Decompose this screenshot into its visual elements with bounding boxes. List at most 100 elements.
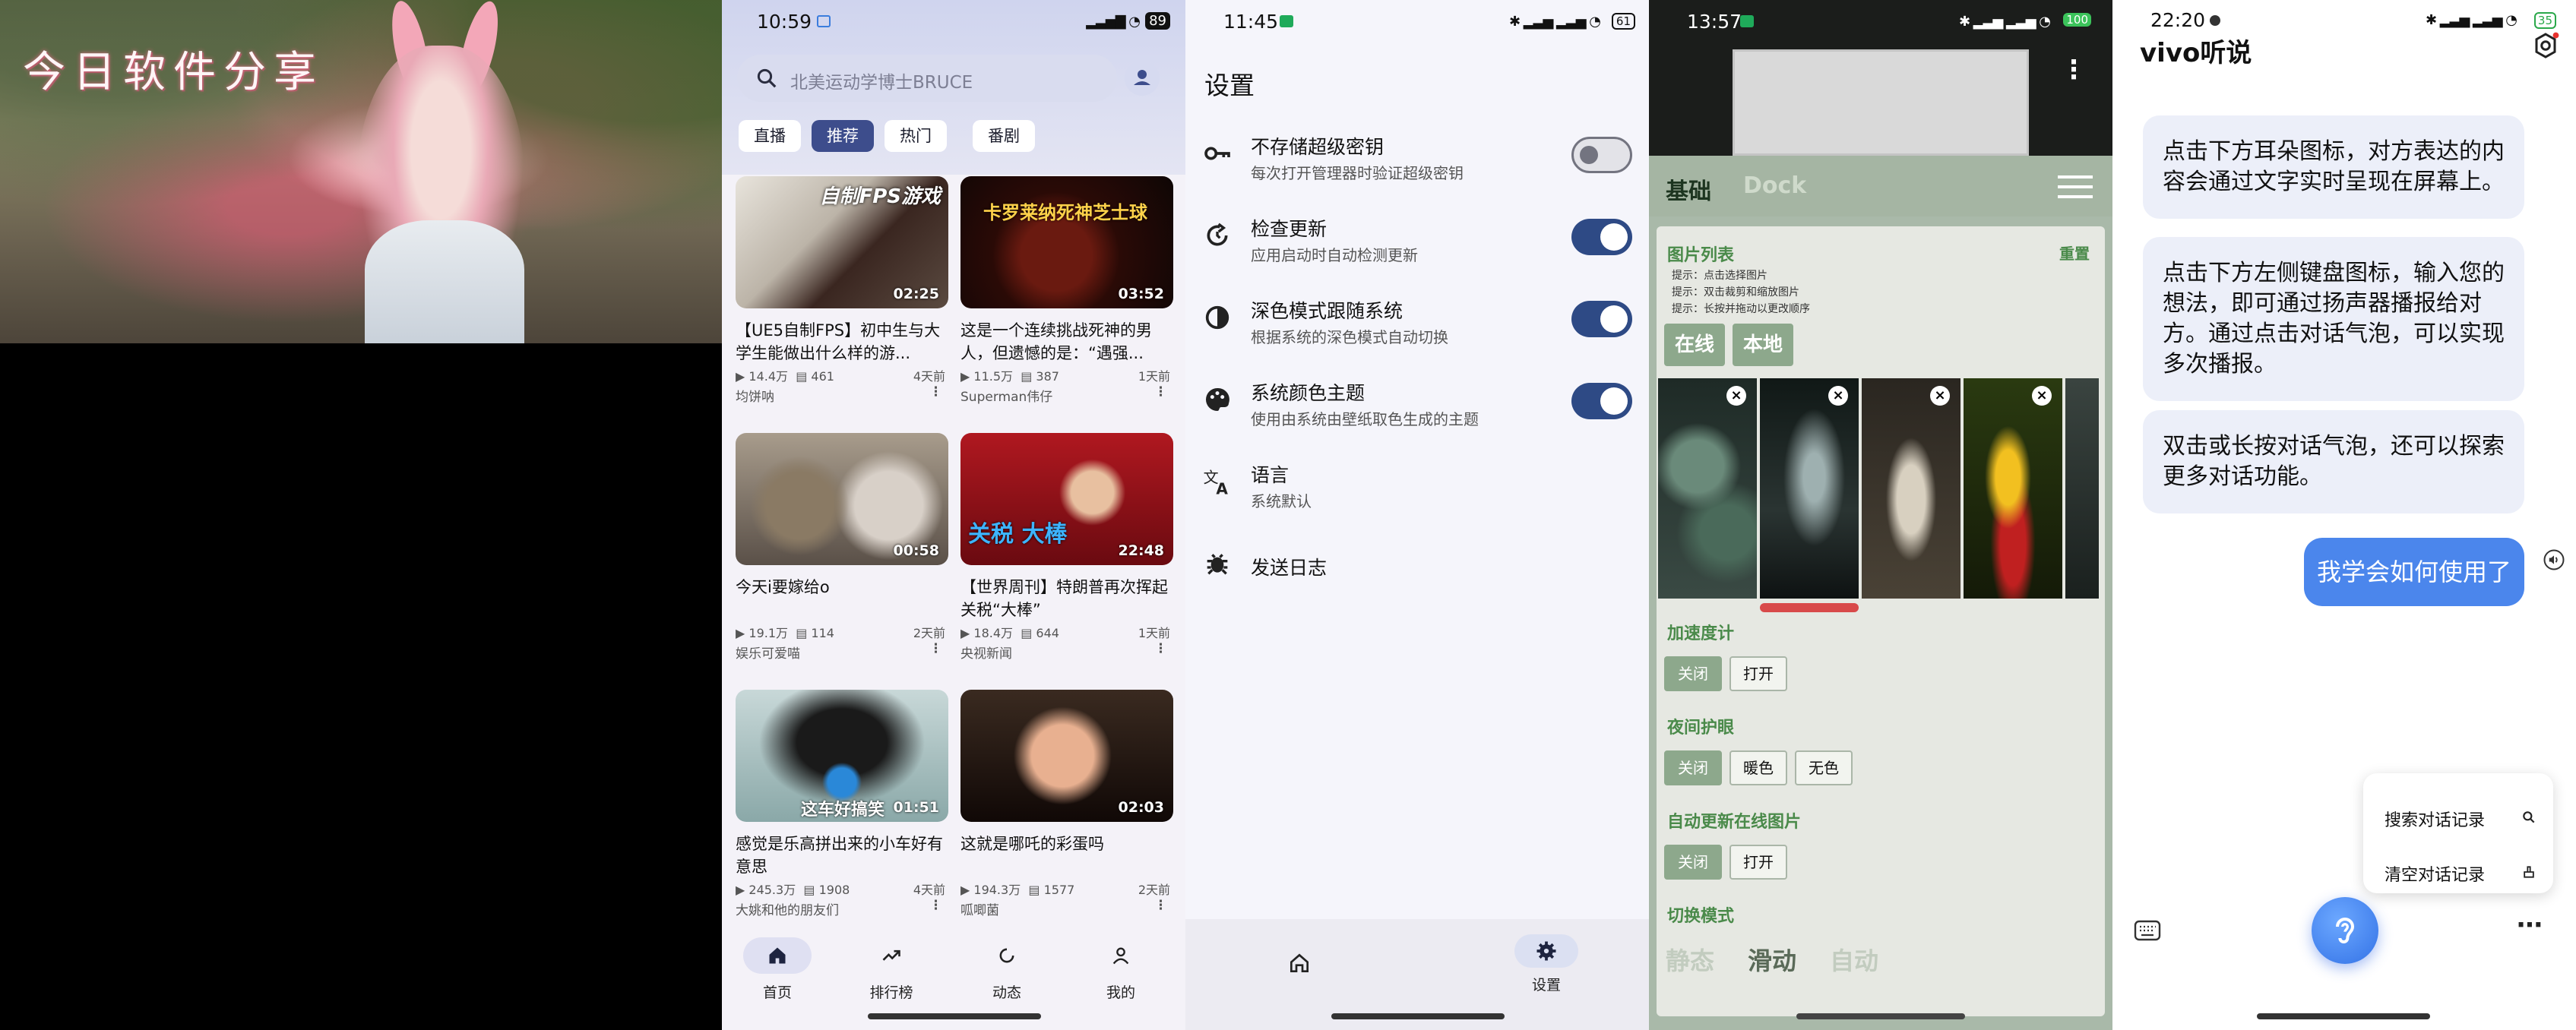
chip-live[interactable]: 直播 xyxy=(739,120,801,152)
notification-icon xyxy=(2210,15,2220,26)
nav-profile[interactable]: 我的 xyxy=(1087,937,1155,1002)
palette-icon xyxy=(1205,387,1229,411)
image-thumbnail[interactable]: × xyxy=(1658,378,1757,599)
cover-title: 今日软件分享 xyxy=(23,48,324,97)
source-online-button[interactable]: 在线 xyxy=(1664,324,1725,366)
more-icon[interactable]: ⋮ xyxy=(1154,898,1167,913)
setting-row-dark-mode[interactable]: 深色模式跟随系统 根据系统的深色模式自动切换 xyxy=(1185,286,1649,362)
accelerometer-on-button[interactable]: 打开 xyxy=(1729,656,1787,691)
chip-hot[interactable]: 热门 xyxy=(885,120,947,152)
search-icon xyxy=(2523,811,2535,823)
nav-dynamics[interactable]: 动态 xyxy=(973,937,1041,1002)
chat-bubble[interactable]: 点击下方耳朵图标，对方表达的内容会通过文字实时呈现在屏幕上。 xyxy=(2143,115,2524,219)
more-icon[interactable]: ⋮ xyxy=(1154,384,1167,400)
gallery-settings-screen: 13:57 ✱ ▂▃▅ ▂▃▅ ◔ 100 ⋮ 基础 Dock 图片列表 重置 … xyxy=(1649,0,2112,1030)
video-thumbnail: 这车好搞笑 01:51 xyxy=(736,690,948,822)
image-thumbnail[interactable] xyxy=(2065,378,2099,599)
night-warm-button[interactable]: 暖色 xyxy=(1729,750,1787,785)
menu-clear-history[interactable]: 清空对话记录 xyxy=(2385,861,2485,886)
settings-gear-icon[interactable] xyxy=(2532,32,2559,59)
context-menu: 搜索对话记录 清空对话记录 xyxy=(2363,773,2553,893)
search-input[interactable]: 北美运动学博士BRUCE xyxy=(737,55,1117,102)
setting-row-language[interactable]: 文A 语言 系统默认 xyxy=(1185,450,1649,526)
setting-row-color-theme[interactable]: 系统颜色主题 使用由系统由壁纸取色生成的主题 xyxy=(1185,368,1649,444)
color-theme-toggle[interactable] xyxy=(1571,383,1632,419)
video-card[interactable]: 这车好搞笑 01:51 感觉是乐高拼出来的小车好有意思 ▶ 245.3万 ▤ 1… xyxy=(736,690,948,918)
refresh-icon xyxy=(999,948,1014,963)
video-author: 央视新闻 xyxy=(960,646,1012,662)
night-off-button[interactable]: 关闭 xyxy=(1664,750,1722,785)
more-icon[interactable]: ⋯ xyxy=(2517,910,2543,940)
signal-icon: ✱ ▂▃▅ ▂▃▅ ◔ xyxy=(1508,14,1601,30)
gear-icon xyxy=(1536,941,1556,961)
menu-icon[interactable] xyxy=(2058,174,2093,200)
nav-home[interactable]: 首页 xyxy=(743,937,812,1002)
more-icon[interactable]: ⋮ xyxy=(929,898,942,913)
keyboard-icon[interactable] xyxy=(2134,919,2161,942)
tab-dock[interactable]: Dock xyxy=(1743,172,1806,199)
night-none-button[interactable]: 无色 xyxy=(1795,750,1853,785)
dark-mode-toggle[interactable] xyxy=(1571,301,1632,337)
trending-icon xyxy=(882,949,900,961)
account-avatar[interactable] xyxy=(1125,61,1160,96)
page-title: 设置 xyxy=(1204,71,1255,100)
more-icon[interactable]: ⋮ xyxy=(929,384,942,400)
contrast-icon xyxy=(1205,305,1229,330)
chip-recommended[interactable]: 推荐 xyxy=(812,120,874,152)
battery-indicator: 35 xyxy=(2533,12,2556,29)
setting-row-check-update[interactable]: 检查更新 应用启动时自动检测更新 xyxy=(1185,204,1649,280)
home-icon[interactable] xyxy=(1287,951,1312,975)
chat-bubble[interactable]: 双击或长按对话气泡，还可以探索更多对话功能。 xyxy=(2143,410,2524,513)
mode-static[interactable]: 静态 xyxy=(1666,942,1714,977)
image-thumbnail[interactable]: × xyxy=(1862,378,1960,599)
video-author: 均饼呐 xyxy=(736,390,774,405)
nav-ranking[interactable]: 排行榜 xyxy=(857,937,926,1002)
remove-image-icon[interactable]: × xyxy=(2032,386,2052,406)
video-card[interactable]: 02:03 这就是哪吒的彩蛋吗 ▶ 194.3万 ▤ 1577 2天前 呱唧菌 ⋮ xyxy=(960,690,1173,918)
setting-row-send-log[interactable]: 发送日志 xyxy=(1185,532,1649,608)
speaker-icon[interactable] xyxy=(2543,548,2565,571)
home-indicator xyxy=(1796,1013,1965,1019)
accelerometer-off-button[interactable]: 关闭 xyxy=(1664,656,1722,691)
chat-bubble[interactable]: 点击下方左侧键盘图标，输入您的想法，即可通过扬声器播报给对方。通过点击对话气泡，… xyxy=(2143,237,2524,401)
reset-button[interactable]: 重置 xyxy=(2059,242,2090,264)
video-card[interactable]: 自制FPS游戏 02:25 【UE5自制FPS】初中生与大学生能做出什么样的游.… xyxy=(736,176,948,405)
source-local-button[interactable]: 本地 xyxy=(1733,324,1793,366)
more-icon[interactable]: ⋮ xyxy=(1154,641,1167,656)
wallpaper-preview xyxy=(1733,49,2029,156)
signal-icon: ✱ ▂▃▅ ▂▃▅ ◔ xyxy=(1958,14,2051,30)
setting-row-super-key[interactable]: 不存储超级密钥 每次打开管理器时验证超级密钥 xyxy=(1185,122,1649,197)
menu-search-history[interactable]: 搜索对话记录 xyxy=(2385,807,2485,831)
video-card[interactable]: 关税 大棒 22:48 【世界周刊】特朗普再次挥起关税“大棒” ▶ 18.4万 … xyxy=(960,433,1173,662)
video-card[interactable]: 00:58 今天i要嫁给o ▶ 19.1万 ▤ 114 2天前 娱乐可爱喵 ⋮ xyxy=(736,433,948,662)
listen-button[interactable] xyxy=(2312,897,2378,964)
image-thumbnail[interactable]: × xyxy=(1760,378,1859,599)
chip-anime[interactable]: 番剧 xyxy=(973,120,1035,152)
video-card[interactable]: 卡罗莱纳死神芝士球 03:52 这是一个连续挑战死神的男人，但遗憾的是：“遇强.… xyxy=(960,176,1173,405)
home-indicator xyxy=(2257,1013,2430,1019)
section-image-list: 图片列表 xyxy=(1667,246,1735,265)
video-title: 这是一个连续挑战死神的男人，但遗憾的是：“遇强... xyxy=(960,321,1152,362)
check-update-toggle[interactable] xyxy=(1571,219,1632,255)
nav-settings[interactable]: 设置 xyxy=(1505,934,1588,994)
super-key-toggle[interactable] xyxy=(1571,137,1632,173)
mode-auto[interactable]: 自动 xyxy=(1830,942,1878,977)
home-indicator xyxy=(868,1013,1041,1019)
remove-image-icon[interactable]: × xyxy=(1828,386,1848,406)
my-message-bubble[interactable]: 我学会如何使用了 xyxy=(2304,538,2524,606)
auto-update-off-button[interactable]: 关闭 xyxy=(1664,845,1722,880)
bottom-navigation: 设置 xyxy=(1185,919,1649,1030)
remove-image-icon[interactable]: × xyxy=(1930,386,1950,406)
person-icon xyxy=(1112,947,1129,965)
person-icon xyxy=(1134,70,1150,85)
image-thumbnail[interactable]: × xyxy=(1964,378,2062,599)
auto-update-on-button[interactable]: 打开 xyxy=(1729,845,1787,880)
mode-slide[interactable]: 滑动 xyxy=(1748,942,1796,977)
more-icon[interactable]: ⋮ xyxy=(2061,55,2087,85)
status-time: 13:57 xyxy=(1687,11,1742,33)
video-title: 【UE5自制FPS】初中生与大学生能做出什么样的游... xyxy=(736,321,941,362)
remove-image-icon[interactable]: × xyxy=(1726,386,1746,406)
tab-basic[interactable]: 基础 xyxy=(1666,172,1711,206)
tab-bar: 基础 Dock xyxy=(1649,156,2112,216)
more-icon[interactable]: ⋮ xyxy=(929,641,942,656)
